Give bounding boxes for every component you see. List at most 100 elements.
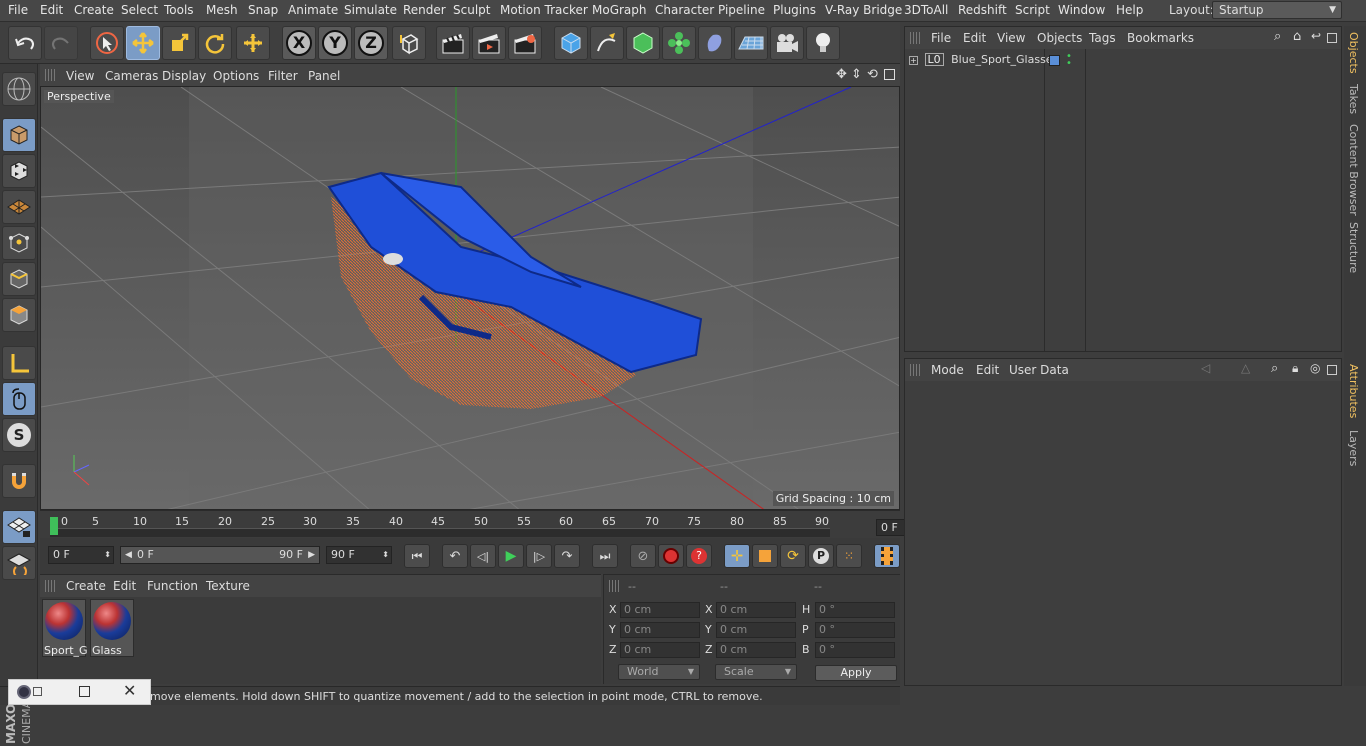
edges-mode-button[interactable] [2, 262, 36, 296]
menu-window[interactable]: Window [1058, 3, 1105, 17]
search-icon[interactable]: ⌕ [1274, 29, 1281, 44]
menu-motion-tracker[interactable]: Motion Tracker [500, 3, 588, 17]
autokey-button[interactable] [658, 544, 684, 568]
key-scale-button[interactable] [752, 544, 778, 568]
key-rotation-button[interactable]: ⟳ [780, 544, 806, 568]
panel-grip[interactable] [609, 580, 619, 592]
new-window-icon[interactable] [1327, 33, 1337, 43]
pos-z-field[interactable]: 0 cm [620, 642, 700, 658]
lock-z-axis-button[interactable]: Z [354, 26, 388, 60]
layer-color-swatch[interactable] [1049, 55, 1060, 66]
tab-attributes[interactable]: Attributes [1347, 364, 1360, 418]
material-swatch[interactable]: Sport_G [42, 599, 88, 657]
menu-select[interactable]: Select [121, 3, 158, 17]
coordinate-space-dropdown[interactable]: World ▼ [618, 664, 700, 680]
menu-animate[interactable]: Animate [288, 3, 338, 17]
attribute-menu-mode[interactable]: Mode [931, 363, 964, 377]
menu-vray-bridge[interactable]: V-Ray Bridge [825, 3, 902, 17]
viewport-menu-filter[interactable]: Filter [268, 69, 298, 83]
lock-y-axis-button[interactable]: Y [318, 26, 352, 60]
add-cloner-button[interactable] [662, 26, 696, 60]
menu-plugins[interactable]: Plugins [773, 3, 816, 17]
render-to-picture-viewer-button[interactable] [472, 26, 506, 60]
target-icon[interactable]: ◎ [1310, 361, 1320, 375]
tab-objects[interactable]: Objects [1347, 32, 1360, 74]
maximize-button[interactable] [79, 686, 90, 697]
attribute-menu-edit[interactable]: Edit [976, 363, 999, 377]
rotate-tool-button[interactable] [198, 26, 232, 60]
close-icon[interactable]: ✕ [123, 681, 136, 700]
solo-mode-button[interactable]: S [2, 418, 36, 452]
tab-takes[interactable]: Takes [1347, 84, 1360, 114]
workplane-rotate-button[interactable] [2, 546, 36, 580]
start-frame-field[interactable]: 0 F ⬍ [48, 546, 114, 564]
texture-mode-button[interactable] [2, 154, 36, 188]
axis-mode-button[interactable] [2, 346, 36, 380]
viewport-zoom-icon[interactable]: ⇕ [851, 67, 862, 82]
scale-tool-button[interactable] [162, 26, 196, 60]
menu-edit[interactable]: Edit [40, 3, 63, 17]
viewport-grip[interactable] [45, 69, 55, 81]
material-menu-texture[interactable]: Texture [206, 579, 250, 593]
material-menu-function[interactable]: Function [147, 579, 198, 593]
stepper-icon[interactable]: ⬍ [382, 547, 389, 563]
add-deformer-button[interactable] [698, 26, 732, 60]
snap-magnet-button[interactable] [2, 464, 36, 498]
key-position-button[interactable]: ✛ [724, 544, 750, 568]
home-icon[interactable]: ⌂ [1293, 29, 1301, 44]
select-tool-button[interactable] [90, 26, 124, 60]
end-frame-field[interactable]: 90 F ⬍ [326, 546, 392, 564]
size-mode-dropdown[interactable]: Scale ▼ [715, 664, 797, 680]
object-menu-bookmarks[interactable]: Bookmarks [1127, 31, 1194, 45]
size-x-field[interactable]: 0 cm [716, 602, 796, 618]
menu-redshift[interactable]: Redshift [958, 3, 1007, 17]
material-menu-create[interactable]: Create [66, 579, 106, 593]
lock-x-axis-button[interactable]: X [282, 26, 316, 60]
viewport-rotate-icon[interactable]: ⟲ [867, 67, 878, 82]
object-menu-edit[interactable]: Edit [963, 31, 986, 45]
pos-x-field[interactable]: 0 cm [620, 602, 700, 618]
render-settings-button[interactable] [508, 26, 542, 60]
menu-snap[interactable]: Snap [248, 3, 278, 17]
menu-character[interactable]: Character [655, 3, 714, 17]
menu-mesh[interactable]: Mesh [206, 3, 238, 17]
pos-y-field[interactable]: 0 cm [620, 622, 700, 638]
stepper-icon[interactable]: ⬍ [104, 547, 111, 563]
rot-p-field[interactable]: 0 ° [815, 622, 895, 638]
rot-b-field[interactable]: 0 ° [815, 642, 895, 658]
panel-grip[interactable] [910, 32, 920, 44]
viewport-pan-icon[interactable]: ✥ [836, 67, 847, 82]
timeline-ruler[interactable]: 0 5 10 15 20 25 30 35 40 45 50 55 60 65 … [40, 510, 938, 538]
up-arrow-icon[interactable]: △ [1241, 361, 1250, 375]
object-menu-view[interactable]: View [997, 31, 1025, 45]
key-parameter-button[interactable]: P [808, 544, 834, 568]
object-row[interactable]: + L0 Blue_Sport_Glasses [909, 53, 1058, 66]
render-view-button[interactable] [436, 26, 470, 60]
timeline-window-button[interactable] [874, 544, 900, 568]
previous-key-button[interactable]: ↶ [442, 544, 468, 568]
go-to-end-button[interactable]: ⏭ [592, 544, 618, 568]
object-menu-tags[interactable]: Tags [1089, 31, 1116, 45]
record-keys-button[interactable]: ⊘ [630, 544, 656, 568]
workplane-mode-button[interactable] [2, 190, 36, 224]
tab-content-browser[interactable]: Content Browser [1347, 124, 1360, 216]
menu-3dtoall[interactable]: 3DToAll [904, 3, 948, 17]
size-z-field[interactable]: 0 cm [716, 642, 796, 658]
visibility-dots-icon[interactable]: • • [1066, 52, 1072, 69]
back-icon[interactable]: ↩ [1311, 29, 1321, 43]
go-to-start-button[interactable]: ⏮ [404, 544, 430, 568]
polygons-mode-button[interactable] [2, 298, 36, 332]
size-y-field[interactable]: 0 cm [716, 622, 796, 638]
viewport-menu-view[interactable]: View [66, 69, 94, 83]
material-swatch[interactable]: Glass [90, 599, 134, 657]
points-mode-button[interactable] [2, 226, 36, 260]
new-window-icon[interactable] [1327, 365, 1337, 375]
back-arrow-icon[interactable]: ◁ [1201, 361, 1210, 375]
playhead[interactable] [50, 517, 58, 535]
layout-dropdown[interactable]: Startup ▼ [1212, 1, 1342, 19]
panel-grip[interactable] [910, 364, 920, 376]
menu-create[interactable]: Create [74, 3, 114, 17]
next-frame-button[interactable]: |▷ [526, 544, 552, 568]
tweak-mode-button[interactable] [2, 382, 36, 416]
material-menu-edit[interactable]: Edit [113, 579, 136, 593]
